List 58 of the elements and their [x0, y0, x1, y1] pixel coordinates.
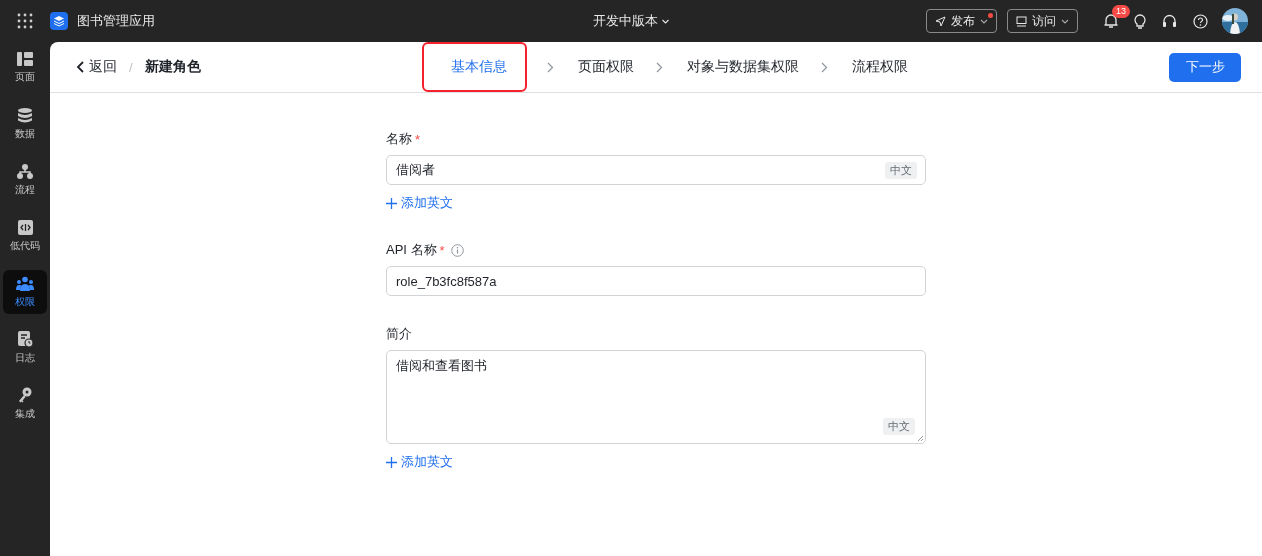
add-english-link[interactable]: 添加英文 — [386, 194, 453, 212]
field-label: 简介 — [386, 325, 412, 343]
step-tab[interactable]: 基本信息 — [424, 44, 525, 90]
bell-icon[interactable] — [1104, 13, 1118, 29]
help-icon[interactable] — [1193, 13, 1208, 29]
text-field[interactable]: role_7b3fc8f587a — [386, 266, 926, 296]
sidebar-item[interactable]: 低代码 — [3, 214, 47, 258]
app-title: 图书管理应用 — [77, 12, 155, 30]
field-label: API 名称 — [386, 241, 437, 259]
sidebar-item[interactable]: 数据 — [3, 102, 47, 146]
back-link[interactable]: 返回 — [76, 58, 117, 76]
required-mark: * — [415, 131, 421, 147]
sidebar-item[interactable]: 流程 — [3, 158, 47, 202]
sidebar-item[interactable]: 日志 — [3, 326, 47, 370]
step-tab[interactable]: 页面权限 — [578, 52, 634, 82]
next-button[interactable]: 下一步 — [1169, 52, 1241, 82]
plus-icon — [386, 197, 397, 209]
lightbulb-icon[interactable] — [1134, 13, 1146, 29]
field-label: 名称 — [386, 130, 412, 148]
breadcrumb-separator: / — [129, 59, 133, 75]
step-tab[interactable]: 流程权限 — [852, 52, 908, 82]
sidebar-item[interactable]: 页面 — [3, 46, 47, 90]
page-title: 新建角色 — [144, 58, 201, 76]
chevron-down-icon — [1061, 18, 1069, 24]
plus-icon — [386, 456, 397, 468]
language-tag: 中文 — [883, 418, 915, 435]
code-icon — [17, 219, 33, 235]
notification-badge: 13 — [1112, 5, 1130, 18]
info-icon[interactable] — [450, 243, 464, 257]
app-logo-icon — [50, 12, 68, 30]
required-mark: * — [439, 242, 445, 258]
publish-button[interactable]: 发布 — [926, 9, 997, 33]
paper-plane-icon — [935, 15, 946, 27]
sidebar-item[interactable]: 集成 — [3, 382, 47, 426]
key-icon — [18, 387, 32, 403]
layout-icon — [17, 52, 33, 66]
language-tag: 中文 — [885, 161, 917, 179]
version-selector[interactable]: 开发中版本 — [592, 12, 670, 30]
add-english-link[interactable]: 添加英文 — [386, 453, 453, 471]
chevron-down-icon — [980, 18, 988, 24]
chevron-right-icon — [547, 61, 554, 73]
resize-grip-icon[interactable] — [917, 435, 923, 441]
chevron-right-icon — [821, 61, 828, 73]
description-field[interactable]: 借阅和查看图书 中文 — [386, 350, 926, 444]
users-icon — [16, 275, 34, 291]
chevron-left-icon — [76, 61, 86, 73]
monitor-icon — [1016, 15, 1027, 27]
database-icon — [18, 107, 32, 123]
flow-icon — [17, 163, 33, 179]
sidebar-item[interactable]: 权限 — [3, 270, 47, 314]
app-grid-icon[interactable] — [17, 13, 33, 29]
log-icon — [17, 331, 33, 347]
text-field[interactable]: 借阅者 中文 — [386, 155, 926, 185]
visit-button[interactable]: 访问 — [1007, 9, 1078, 33]
chevron-right-icon — [656, 61, 663, 73]
step-tab[interactable]: 对象与数据集权限 — [687, 52, 799, 82]
chevron-down-icon — [661, 18, 670, 24]
headset-icon[interactable] — [1162, 13, 1177, 29]
